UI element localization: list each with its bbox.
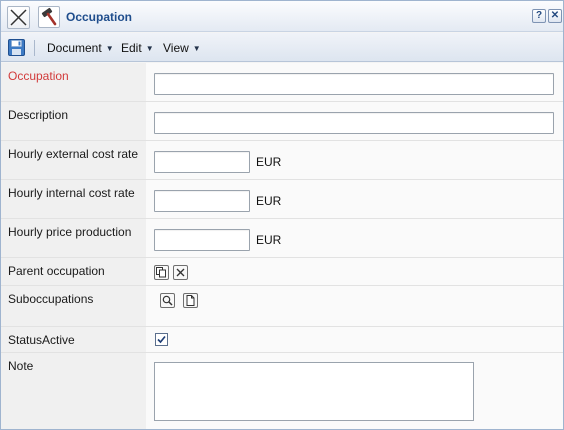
save-icon xyxy=(8,39,25,56)
menu-view[interactable]: View ▼ xyxy=(163,41,201,55)
search-icon xyxy=(162,295,173,306)
select-parent-button[interactable] xyxy=(154,265,169,280)
occupation-window: Occupation ? ✕ Document ▼ Edit ▼ View ▼ Occ… xyxy=(0,0,564,430)
checkmark-icon xyxy=(157,335,166,344)
title-bar: Occupation ? ✕ xyxy=(1,1,563,32)
row-description: Description xyxy=(1,102,563,141)
hourly-external-input[interactable] xyxy=(154,151,250,173)
hourly-price-label: Hourly price production xyxy=(1,219,146,257)
caret-down-icon: ▼ xyxy=(105,44,114,53)
hourly-external-label: Hourly external cost rate xyxy=(1,141,146,179)
search-suboccupations-button[interactable] xyxy=(160,293,175,308)
caret-down-icon: ▼ xyxy=(145,44,154,53)
app-icon xyxy=(38,6,60,28)
window-title: Occupation xyxy=(66,10,133,24)
row-note: Note xyxy=(1,353,563,429)
row-hourly-internal: Hourly internal cost rate EUR xyxy=(1,180,563,219)
row-status-active: StatusActive xyxy=(1,327,563,353)
hourly-internal-unit: EUR xyxy=(256,194,282,208)
note-label: Note xyxy=(1,353,146,429)
row-parent-occupation: Parent occupation xyxy=(1,258,563,286)
menu-bar: Document ▼ Edit ▼ View ▼ xyxy=(1,33,563,62)
hourly-external-unit: EUR xyxy=(256,155,282,169)
description-label: Description xyxy=(1,102,146,140)
hammer-icon xyxy=(41,7,57,26)
close-icon xyxy=(10,9,27,26)
menu-view-label: View xyxy=(163,41,189,55)
parent-occupation-label: Parent occupation xyxy=(1,258,146,285)
occupation-input[interactable] xyxy=(154,73,554,95)
save-button[interactable] xyxy=(8,39,25,56)
occupation-label: Occupation xyxy=(1,63,146,101)
hourly-internal-label: Hourly internal cost rate xyxy=(1,180,146,218)
hourly-internal-input[interactable] xyxy=(154,190,250,212)
caret-down-icon: ▼ xyxy=(192,44,201,53)
suboccupations-label: Suboccupations xyxy=(1,286,146,326)
hourly-price-unit: EUR xyxy=(256,233,282,247)
row-occupation: Occupation xyxy=(1,63,563,102)
status-active-checkbox[interactable] xyxy=(155,333,168,346)
menu-edit[interactable]: Edit ▼ xyxy=(121,41,154,55)
status-active-label: StatusActive xyxy=(1,327,146,352)
close-window-button[interactable] xyxy=(7,6,30,29)
menu-document-label: Document xyxy=(47,41,102,55)
note-textarea[interactable] xyxy=(154,362,474,421)
hourly-price-input[interactable] xyxy=(154,229,250,251)
help-button[interactable]: ? xyxy=(532,9,546,23)
row-suboccupations: Suboccupations xyxy=(1,286,563,327)
row-hourly-external: Hourly external cost rate EUR xyxy=(1,141,563,180)
copy-icon xyxy=(156,267,166,278)
new-suboccupation-button[interactable] xyxy=(183,293,198,308)
document-icon xyxy=(186,295,195,306)
clear-parent-button[interactable] xyxy=(173,265,188,280)
description-input[interactable] xyxy=(154,112,554,134)
menu-separator xyxy=(34,40,35,56)
row-hourly-price: Hourly price production EUR xyxy=(1,219,563,258)
menu-edit-label: Edit xyxy=(121,41,142,55)
close-button[interactable]: ✕ xyxy=(548,9,562,23)
menu-document[interactable]: Document ▼ xyxy=(47,41,114,55)
clear-icon xyxy=(176,268,185,277)
